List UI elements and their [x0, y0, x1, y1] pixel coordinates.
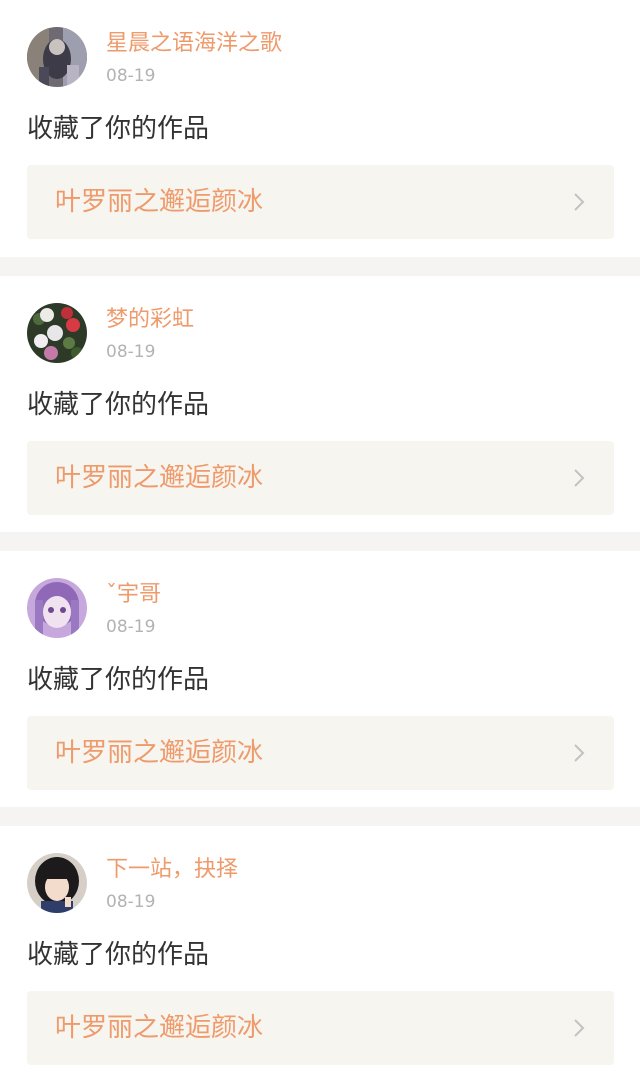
anime-avatar-icon [27, 578, 87, 638]
notification-card: ˇ宇哥 08-19 收藏了你的作品 叶罗丽之邂逅颜冰 [0, 551, 640, 807]
chevron-right-icon [572, 1018, 586, 1038]
notification-card: 下一站，抉择 08-19 收藏了你的作品 叶罗丽之邂逅颜冰 [0, 826, 640, 1081]
girl-avatar-icon [27, 853, 87, 913]
notification-card: 梦的彩虹 08-19 收藏了你的作品 叶罗丽之邂逅颜冰 [0, 276, 640, 532]
photo-avatar-icon [27, 27, 87, 87]
action-text: 收藏了你的作品 [27, 390, 210, 420]
chevron-right-icon [572, 468, 586, 488]
username[interactable]: ˇ宇哥 [106, 580, 161, 610]
user-avatar[interactable] [27, 578, 87, 638]
timestamp: 08-19 [106, 617, 156, 637]
work-link-card[interactable]: 叶罗丽之邂逅颜冰 [27, 165, 614, 239]
work-title: 叶罗丽之邂逅颜冰 [55, 187, 264, 217]
action-text: 收藏了你的作品 [27, 940, 210, 970]
chevron-right-icon [572, 192, 586, 212]
username[interactable]: 梦的彩虹 [106, 305, 194, 335]
work-link-card[interactable]: 叶罗丽之邂逅颜冰 [27, 716, 614, 790]
work-title: 叶罗丽之邂逅颜冰 [55, 463, 264, 493]
username[interactable]: 星晨之语海洋之歌 [106, 29, 282, 59]
action-text: 收藏了你的作品 [27, 114, 210, 144]
user-avatar[interactable] [27, 303, 87, 363]
timestamp: 08-19 [106, 66, 156, 86]
notification-card: 星晨之语海洋之歌 08-19 收藏了你的作品 叶罗丽之邂逅颜冰 [0, 0, 640, 257]
timestamp: 08-19 [106, 342, 156, 362]
username[interactable]: 下一站，抉择 [106, 855, 238, 885]
chevron-right-icon [572, 743, 586, 763]
work-title: 叶罗丽之邂逅颜冰 [55, 738, 264, 768]
user-avatar[interactable] [27, 853, 87, 913]
work-link-card[interactable]: 叶罗丽之邂逅颜冰 [27, 441, 614, 515]
user-avatar[interactable] [27, 27, 87, 87]
notification-feed: 星晨之语海洋之歌 08-19 收藏了你的作品 叶罗丽之邂逅颜冰 梦的彩虹 08-… [0, 0, 640, 1081]
work-link-card[interactable]: 叶罗丽之邂逅颜冰 [27, 991, 614, 1065]
action-text: 收藏了你的作品 [27, 665, 210, 695]
timestamp: 08-19 [106, 892, 156, 912]
work-title: 叶罗丽之邂逅颜冰 [55, 1013, 264, 1043]
flower-avatar-icon [27, 303, 87, 363]
